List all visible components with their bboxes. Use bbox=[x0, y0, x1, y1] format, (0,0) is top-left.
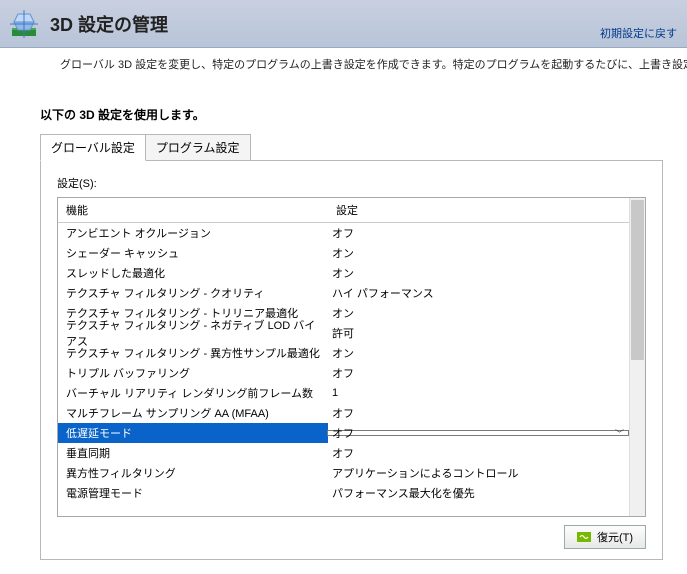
col-header-feature[interactable]: 機能 bbox=[58, 198, 328, 222]
scrollbar[interactable] bbox=[629, 198, 645, 516]
section-label: 以下の 3D 設定を使用します。 bbox=[0, 72, 687, 133]
restore-button[interactable]: 復元(T) bbox=[564, 525, 646, 549]
dropdown-value: オフ bbox=[332, 425, 354, 441]
app-3d-icon bbox=[8, 8, 40, 40]
table-row[interactable]: テクスチャ フィルタリング - 異方性サンプル最適化オン bbox=[58, 343, 629, 363]
row-value: オフ bbox=[328, 363, 629, 383]
table-row[interactable]: マルチフレーム サンプリング AA (MFAA)オフ bbox=[58, 403, 629, 423]
row-value: オフ bbox=[328, 223, 629, 243]
table-row[interactable]: テクスチャ フィルタリング - ネガティブ LOD バイアス許可 bbox=[58, 323, 629, 343]
settings-table: 機能 設定 アンビエント オクルージョンオフシェーダー キャッシュオンスレッドし… bbox=[57, 197, 646, 517]
table-row[interactable]: トリプル バッファリングオフ bbox=[58, 363, 629, 383]
table-header: 機能 設定 bbox=[58, 198, 629, 223]
table-row[interactable]: スレッドした最適化オン bbox=[58, 263, 629, 283]
value-dropdown[interactable]: オフ﹀ bbox=[327, 430, 629, 436]
row-feature: 低遅延モード bbox=[58, 423, 328, 443]
reset-defaults-link[interactable]: 初期設定に戻す bbox=[600, 25, 677, 41]
col-header-value[interactable]: 設定 bbox=[328, 198, 629, 222]
row-feature: テクスチャ フィルタリング - クオリティ bbox=[58, 283, 328, 303]
tab-global[interactable]: グローバル設定 bbox=[40, 134, 146, 161]
row-feature: 電源管理モード bbox=[58, 483, 328, 503]
table-row[interactable]: 電源管理モードパフォーマンス最大化を優先 bbox=[58, 483, 629, 503]
settings-panel: 設定(S): 機能 設定 アンビエント オクルージョンオフシェーダー キャッシュ… bbox=[40, 160, 663, 560]
row-feature: 垂直同期 bbox=[58, 443, 328, 463]
row-value: 1 bbox=[328, 385, 629, 401]
row-value: パフォーマンス最大化を優先 bbox=[328, 483, 629, 503]
page-title: 3D 設定の管理 bbox=[50, 11, 168, 37]
chevron-down-icon: ﹀ bbox=[615, 427, 624, 440]
table-row[interactable]: バーチャル リアリティ レンダリング前フレーム数1 bbox=[58, 383, 629, 403]
settings-label: 設定(S): bbox=[57, 175, 646, 191]
row-feature: スレッドした最適化 bbox=[58, 263, 328, 283]
row-value: オフ bbox=[328, 443, 629, 463]
row-feature: 異方性フィルタリング bbox=[58, 463, 328, 483]
page-description: グローバル 3D 設定を変更し、特定のプログラムの上書き設定を作成できます。特定… bbox=[0, 48, 687, 72]
row-feature: トリプル バッファリング bbox=[58, 363, 328, 383]
table-row[interactable]: 異方性フィルタリングアプリケーションによるコントロール bbox=[58, 463, 629, 483]
tabs: グローバル設定 プログラム設定 bbox=[40, 133, 663, 160]
row-feature: マルチフレーム サンプリング AA (MFAA) bbox=[58, 403, 328, 423]
nvidia-icon bbox=[577, 532, 591, 542]
scroll-thumb[interactable] bbox=[631, 200, 644, 360]
table-row[interactable]: アンビエント オクルージョンオフ bbox=[58, 223, 629, 243]
row-value: オフ bbox=[328, 403, 629, 423]
restore-button-label: 復元(T) bbox=[597, 529, 633, 545]
row-value[interactable]: オフ﹀ bbox=[328, 431, 629, 435]
row-value: 許可 bbox=[328, 323, 629, 343]
row-value: オン bbox=[328, 263, 629, 283]
row-feature: アンビエント オクルージョン bbox=[58, 223, 328, 243]
tab-program[interactable]: プログラム設定 bbox=[145, 134, 251, 161]
table-row[interactable]: 低遅延モードオフ﹀ bbox=[58, 423, 629, 443]
row-value: オン bbox=[328, 243, 629, 263]
row-feature: テクスチャ フィルタリング - 異方性サンプル最適化 bbox=[58, 343, 328, 363]
row-value: オン bbox=[328, 303, 629, 323]
row-value: オン bbox=[328, 343, 629, 363]
row-value: アプリケーションによるコントロール bbox=[328, 463, 629, 483]
row-feature: バーチャル リアリティ レンダリング前フレーム数 bbox=[58, 383, 328, 403]
row-value: ハイ パフォーマンス bbox=[328, 283, 629, 303]
table-row[interactable]: シェーダー キャッシュオン bbox=[58, 243, 629, 263]
header-bar: 3D 設定の管理 初期設定に戻す bbox=[0, 0, 687, 48]
table-row[interactable]: テクスチャ フィルタリング - クオリティハイ パフォーマンス bbox=[58, 283, 629, 303]
row-feature: シェーダー キャッシュ bbox=[58, 243, 328, 263]
table-row[interactable]: 垂直同期オフ bbox=[58, 443, 629, 463]
